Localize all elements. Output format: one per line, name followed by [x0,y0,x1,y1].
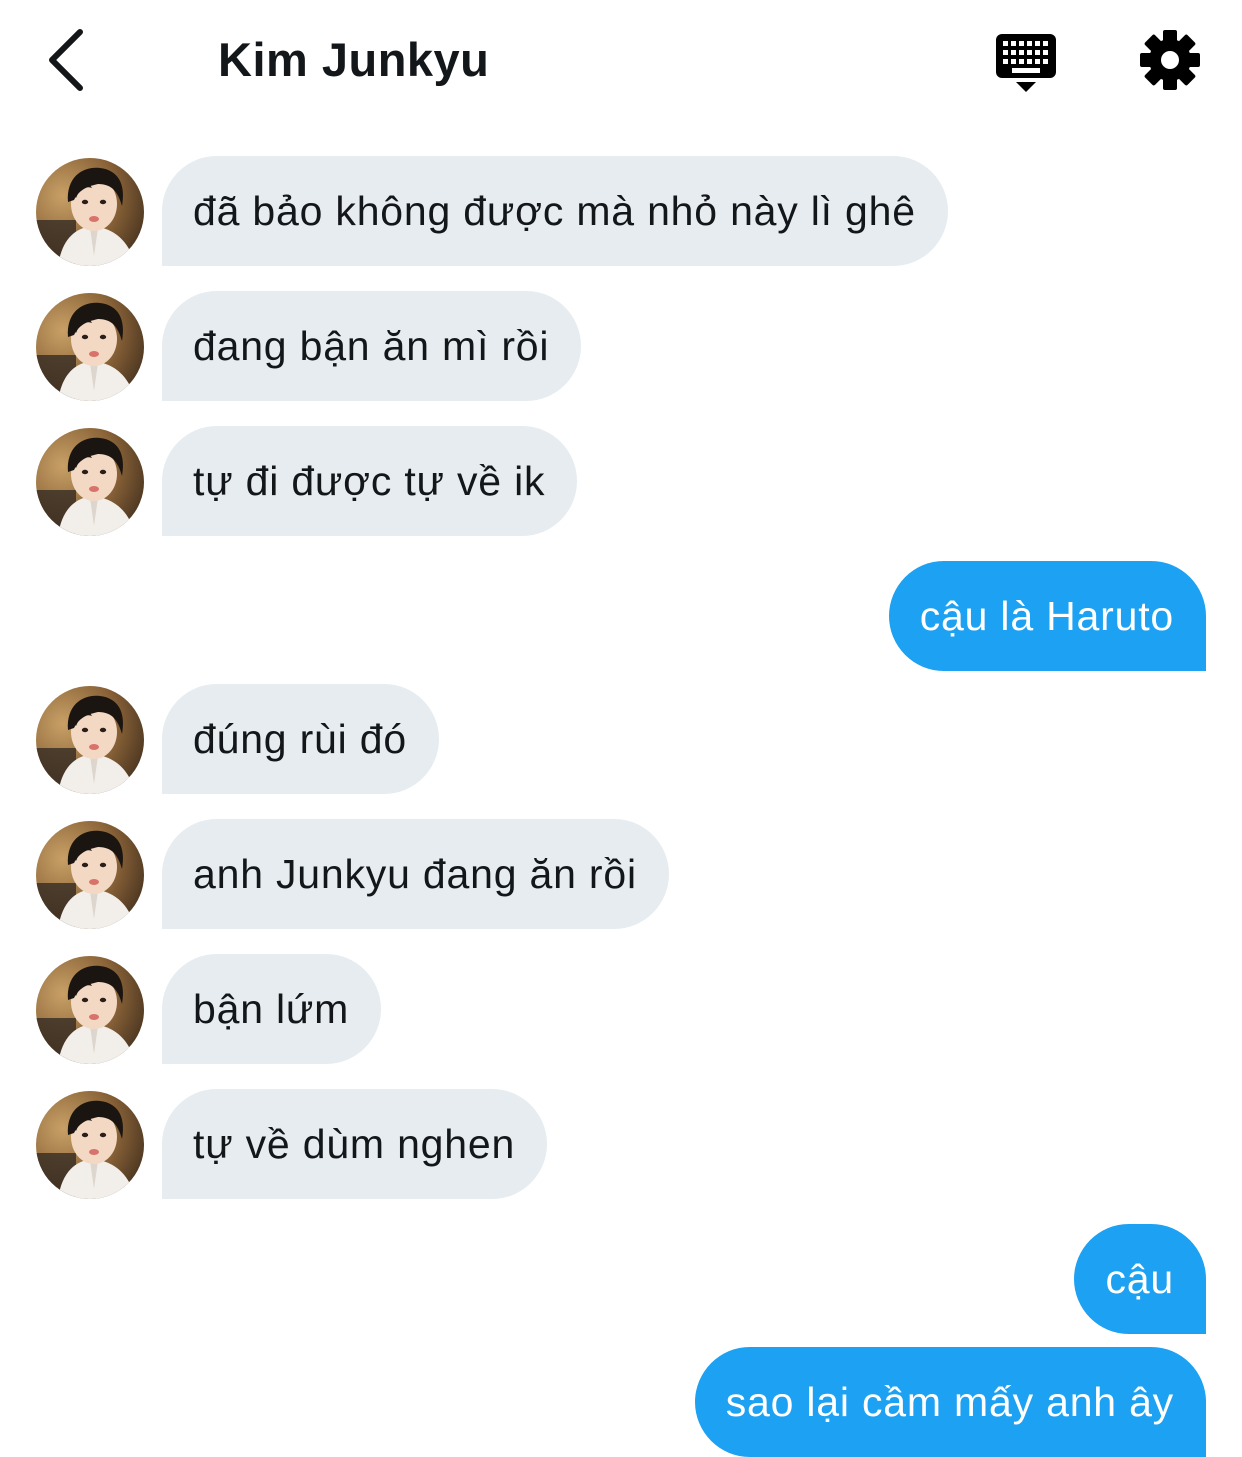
avatar[interactable] [36,428,144,536]
settings-button[interactable] [1138,28,1202,92]
incoming-message-bubble[interactable]: đúng rùi đó [162,684,439,794]
keyboard-toggle-button[interactable] [992,30,1060,96]
incoming-message-bubble[interactable]: anh Junkyu đang ăn rồi [162,819,669,929]
avatar[interactable] [36,956,144,1064]
back-button[interactable] [36,22,100,98]
incoming-message-bubble[interactable]: tự đi được tự về ik [162,426,578,536]
avatar-image [36,428,144,536]
outgoing-message-bubble[interactable]: cậu [1074,1224,1206,1334]
outgoing-message-bubble[interactable]: cậu là Haruto [888,561,1206,671]
avatar-image [36,956,144,1064]
avatar[interactable] [36,158,144,266]
incoming-message-bubble[interactable]: đang bận ăn mì rồi [162,291,582,401]
conversation-header: Kim Junkyu [0,0,1242,125]
conversation-title: Kim Junkyu [218,33,490,86]
avatar[interactable] [36,686,144,794]
incoming-message-bubble[interactable]: tự về dùm nghen [162,1089,548,1199]
avatar-image [36,1091,144,1199]
avatar[interactable] [36,1091,144,1199]
avatar-image [36,158,144,266]
avatar-image [36,293,144,401]
avatar[interactable] [36,821,144,929]
avatar[interactable] [36,293,144,401]
incoming-message-bubble[interactable]: đã bảo không được mà nhỏ này lì ghê [162,156,948,266]
avatar-image [36,821,144,929]
outgoing-message-bubble[interactable]: sao lại cầm mấy anh ây [694,1347,1206,1457]
avatar-image [36,686,144,794]
gear-icon [1140,30,1200,90]
keyboard-icon [996,34,1056,92]
chevron-left-icon [49,29,83,91]
incoming-message-bubble[interactable]: bận lứm [162,954,382,1064]
